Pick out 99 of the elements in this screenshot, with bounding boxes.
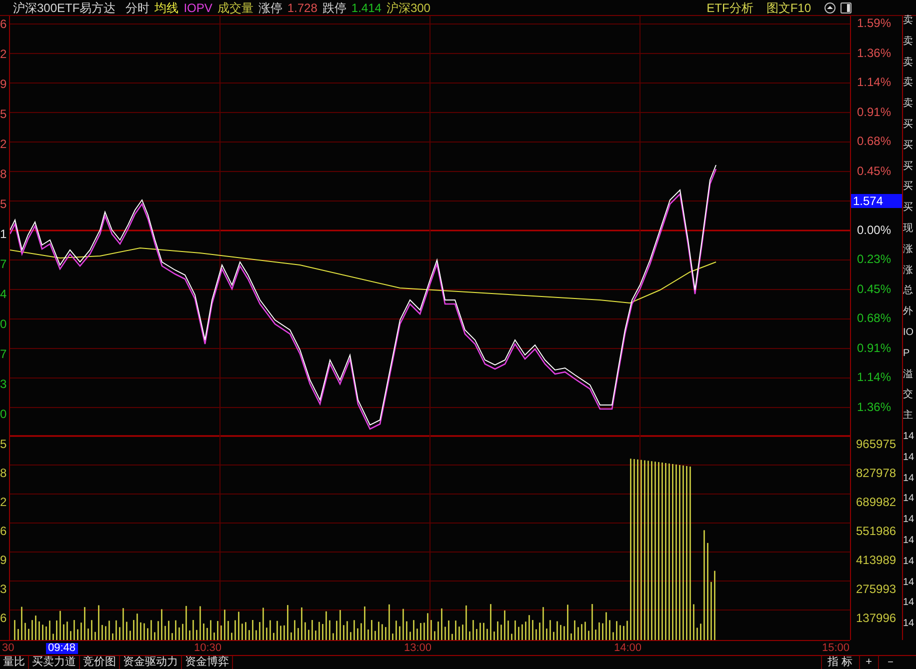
bottom-tab[interactable]: 买卖力道: [29, 656, 80, 669]
axis-label: 0.91%: [856, 106, 892, 118]
sidebar-label: 14: [903, 556, 914, 569]
axis-label: 0.68%: [856, 135, 892, 147]
sidebar-label: 卖: [903, 16, 913, 28]
bottom-tab[interactable]: 资金博弈: [182, 656, 233, 669]
axis-label: 6: [0, 523, 8, 540]
axis-label: 0: [0, 406, 8, 423]
sidebar-label: 14: [903, 432, 914, 444]
sidebar-label: 总: [903, 286, 913, 298]
time-label: 13:00: [403, 642, 433, 654]
legend-label: 分时: [126, 2, 150, 14]
sidebar-label: 14: [903, 598, 914, 610]
sidebar-label: 主: [903, 411, 913, 424]
sidebar-label: 买: [903, 203, 913, 216]
axis-label: 9: [0, 76, 8, 93]
axis-label: 1: [0, 226, 8, 243]
axis-label: 137996: [855, 610, 898, 627]
axis-label: 0.45%: [856, 282, 892, 294]
axis-label: 6: [0, 16, 8, 33]
sidebar-label: 涨: [903, 244, 913, 257]
sidebar-label: 14: [903, 515, 914, 528]
bottom-control[interactable]: +: [858, 656, 878, 669]
bottom-tab[interactable]: 竞价图: [80, 656, 120, 669]
axis-label: 7: [0, 346, 8, 363]
sidebar-label: 14: [903, 536, 914, 548]
sidebar-label: 交: [903, 390, 913, 402]
sidebar-label: IO: [903, 328, 914, 340]
sidebar-label: 买: [903, 162, 913, 174]
axis-label: 1.36%: [856, 400, 892, 412]
current-price-label: 1.574: [851, 194, 902, 208]
axis-label: 6: [0, 610, 8, 627]
sidebar-label: 卖: [903, 58, 913, 70]
time-label: 10:30: [193, 642, 223, 654]
sidebar-label: 现: [903, 224, 913, 236]
sidebar-label: P: [903, 348, 910, 361]
legend-label: 1.728: [287, 2, 318, 14]
axis-label: 0.23%: [856, 253, 892, 265]
axis-label: 5: [0, 106, 8, 123]
axis-label: 7: [0, 256, 8, 273]
sidebar-label: 卖: [903, 78, 913, 90]
sidebar-label: 卖: [903, 36, 913, 49]
bottom-control[interactable]: －: [878, 656, 902, 669]
sidebar-label: 14: [903, 474, 914, 486]
legend-label: 1.414: [351, 2, 382, 14]
axis-label: 275993: [855, 581, 898, 598]
time-label: 15:00: [821, 642, 851, 654]
axis-label: 2: [0, 494, 8, 511]
sidebar-label: 涨: [903, 266, 913, 278]
sidebar-label: 外: [903, 307, 913, 320]
bottom-tab[interactable]: 资金驱动力: [120, 656, 182, 669]
axis-label: 3: [0, 376, 8, 393]
sidebar-label: 14: [903, 494, 914, 506]
time-label: 09:48: [46, 642, 78, 654]
axis-label: 0.91%: [856, 342, 892, 354]
axis-label: 2: [0, 136, 8, 153]
header-link[interactable]: 图文F10: [766, 2, 811, 14]
axis-label: 5: [0, 196, 8, 213]
axis-label: 4: [0, 286, 8, 303]
axis-label: 1.14%: [856, 371, 892, 383]
legend-label: IOPV: [184, 2, 212, 14]
legend-label: 跌停: [322, 2, 346, 14]
axis-label: 5: [0, 436, 8, 453]
axis-label: 551986: [855, 523, 898, 540]
axis-label: 0.45%: [856, 164, 892, 176]
sidebar-label: 溢: [903, 370, 913, 382]
axis-label: 8: [0, 465, 8, 482]
axis-label: 413989: [855, 552, 898, 569]
axis-label: 1.36%: [856, 46, 892, 58]
axis-label: 0.68%: [856, 312, 892, 324]
legend-label: 均线: [154, 2, 179, 14]
axis-label: 0.00%: [856, 224, 892, 236]
axis-label: 3: [0, 581, 8, 598]
chart-title: 沪深300ETF易方达: [13, 2, 116, 14]
time-label: 30: [1, 642, 16, 654]
axis-label: 827978: [855, 465, 898, 482]
bottom-control[interactable]: 指 标: [820, 656, 859, 669]
axis-label: 9: [0, 552, 8, 569]
bottom-tab[interactable]: 量比: [0, 656, 29, 669]
sidebar-label: 14: [903, 619, 914, 632]
sidebar-label: 14: [903, 452, 914, 465]
header-link[interactable]: ETF分析: [706, 2, 754, 14]
panel-toggle-icon[interactable]: [840, 2, 852, 14]
axis-label: 0: [0, 316, 8, 333]
axis-label: 2: [0, 46, 8, 63]
axis-label: 1.59%: [856, 17, 892, 29]
axis-label: 689982: [855, 494, 898, 511]
legend-label: 涨停: [258, 2, 282, 14]
legend-label: 成交量: [217, 2, 254, 14]
axis-label: 8: [0, 166, 8, 183]
time-label: 14:00: [613, 642, 643, 654]
sidebar-label: 买: [903, 182, 913, 194]
axis-label: 965975: [855, 436, 898, 453]
sidebar-label: 卖: [903, 99, 913, 112]
sidebar-label: 买: [903, 120, 913, 132]
sidebar-label: 14: [903, 578, 914, 590]
sidebar-label: 买: [903, 140, 913, 153]
axis-label: 1.14%: [856, 76, 892, 88]
legend-label: 沪深300: [386, 2, 430, 14]
